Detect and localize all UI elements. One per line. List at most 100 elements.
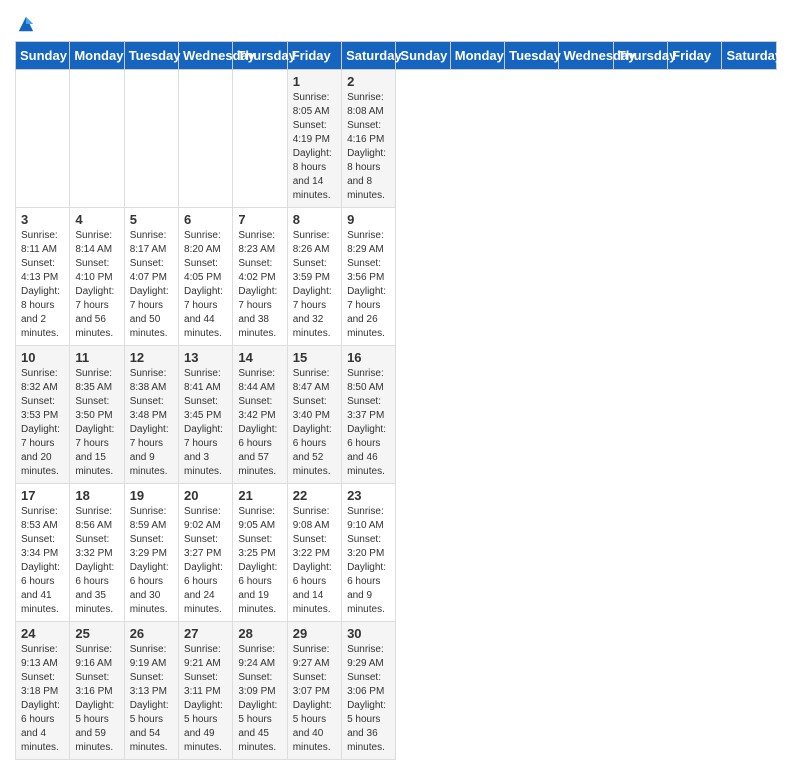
day-info: Sunrise: 8:35 AM Sunset: 3:50 PM Dayligh… bbox=[75, 367, 119, 479]
calendar-cell bbox=[179, 70, 233, 208]
day-info: Sunrise: 8:17 AM Sunset: 4:07 PM Dayligh… bbox=[130, 229, 174, 341]
day-number: 23 bbox=[347, 488, 391, 503]
calendar-cell: 18 Sunrise: 8:56 AM Sunset: 3:32 PM Dayli… bbox=[70, 484, 124, 622]
day-number: 17 bbox=[21, 488, 65, 503]
day-info: Sunrise: 8:41 AM Sunset: 3:45 PM Dayligh… bbox=[184, 367, 228, 479]
day-info: Sunrise: 8:32 AM Sunset: 3:53 PM Dayligh… bbox=[21, 367, 65, 479]
calendar-cell: 29 Sunrise: 9:27 AM Sunset: 3:07 PM Dayli… bbox=[287, 622, 341, 760]
calendar-cell: 11 Sunrise: 8:35 AM Sunset: 3:50 PM Dayli… bbox=[70, 346, 124, 484]
calendar-cell: 14 Sunrise: 8:44 AM Sunset: 3:42 PM Dayli… bbox=[233, 346, 287, 484]
day-info: Sunrise: 9:27 AM Sunset: 3:07 PM Dayligh… bbox=[293, 643, 337, 755]
day-info: Sunrise: 8:26 AM Sunset: 3:59 PM Dayligh… bbox=[293, 229, 337, 341]
day-info: Sunrise: 8:11 AM Sunset: 4:13 PM Dayligh… bbox=[21, 229, 65, 341]
day-number: 4 bbox=[75, 212, 119, 227]
header-day-monday: Monday bbox=[70, 42, 124, 70]
day-number: 21 bbox=[238, 488, 282, 503]
day-info: Sunrise: 9:24 AM Sunset: 3:09 PM Dayligh… bbox=[238, 643, 282, 755]
calendar-week-row: 24 Sunrise: 9:13 AM Sunset: 3:18 PM Dayli… bbox=[16, 622, 777, 760]
day-info: Sunrise: 8:44 AM Sunset: 3:42 PM Dayligh… bbox=[238, 367, 282, 479]
calendar-cell: 7Sunrise: 8:23 AM Sunset: 4:02 PM Daylig… bbox=[233, 208, 287, 346]
day-info: Sunrise: 9:02 AM Sunset: 3:27 PM Dayligh… bbox=[184, 505, 228, 617]
calendar-header-row: SundayMondayTuesdayWednesdayThursdayFrid… bbox=[16, 42, 777, 70]
calendar-cell: 26 Sunrise: 9:19 AM Sunset: 3:13 PM Dayli… bbox=[124, 622, 178, 760]
header-day-thursday: Thursday bbox=[233, 42, 287, 70]
calendar-week-row: 17 Sunrise: 8:53 AM Sunset: 3:34 PM Dayli… bbox=[16, 484, 777, 622]
day-info: Sunrise: 8:14 AM Sunset: 4:10 PM Dayligh… bbox=[75, 229, 119, 341]
day-number: 3 bbox=[21, 212, 65, 227]
day-number: 29 bbox=[293, 626, 337, 641]
header-day: Thursday bbox=[613, 42, 667, 70]
day-number: 18 bbox=[75, 488, 119, 503]
header-day-sunday: Sunday bbox=[16, 42, 70, 70]
day-info: Sunrise: 9:08 AM Sunset: 3:22 PM Dayligh… bbox=[293, 505, 337, 617]
day-info: Sunrise: 8:50 AM Sunset: 3:37 PM Dayligh… bbox=[347, 367, 391, 479]
calendar-cell: 10 Sunrise: 8:32 AM Sunset: 3:53 PM Dayli… bbox=[16, 346, 70, 484]
day-number: 27 bbox=[184, 626, 228, 641]
calendar-cell: 23 Sunrise: 9:10 AM Sunset: 3:20 PM Dayli… bbox=[342, 484, 396, 622]
calendar-cell: 3 Sunrise: 8:11 AM Sunset: 4:13 PM Daylig… bbox=[16, 208, 70, 346]
calendar-cell bbox=[233, 70, 287, 208]
calendar-cell: 21 Sunrise: 9:05 AM Sunset: 3:25 PM Dayli… bbox=[233, 484, 287, 622]
calendar-cell: 13 Sunrise: 8:41 AM Sunset: 3:45 PM Dayli… bbox=[179, 346, 233, 484]
day-info: Sunrise: 8:56 AM Sunset: 3:32 PM Dayligh… bbox=[75, 505, 119, 617]
day-number: 14 bbox=[238, 350, 282, 365]
day-info: Sunrise: 9:19 AM Sunset: 3:13 PM Dayligh… bbox=[130, 643, 174, 755]
day-number: 26 bbox=[130, 626, 174, 641]
day-info: Sunrise: 9:13 AM Sunset: 3:18 PM Dayligh… bbox=[21, 643, 65, 755]
day-number: 13 bbox=[184, 350, 228, 365]
calendar-cell: 27Sunrise: 9:21 AM Sunset: 3:11 PM Dayli… bbox=[179, 622, 233, 760]
calendar-cell: 30Sunrise: 9:29 AM Sunset: 3:06 PM Dayli… bbox=[342, 622, 396, 760]
day-number: 25 bbox=[75, 626, 119, 641]
calendar-cell: 8 Sunrise: 8:26 AM Sunset: 3:59 PM Daylig… bbox=[287, 208, 341, 346]
day-number: 16 bbox=[347, 350, 391, 365]
day-number: 15 bbox=[293, 350, 337, 365]
calendar-table: SundayMondayTuesdayWednesdayThursdayFrid… bbox=[15, 41, 777, 760]
day-info: Sunrise: 9:10 AM Sunset: 3:20 PM Dayligh… bbox=[347, 505, 391, 617]
calendar-cell: 6Sunrise: 8:20 AM Sunset: 4:05 PM Daylig… bbox=[179, 208, 233, 346]
header-day: Friday bbox=[668, 42, 722, 70]
header-day-saturday: Saturday bbox=[342, 42, 396, 70]
day-number: 12 bbox=[130, 350, 174, 365]
calendar-cell: 19 Sunrise: 8:59 AM Sunset: 3:29 PM Dayli… bbox=[124, 484, 178, 622]
header bbox=[15, 10, 777, 33]
calendar-cell: 4 Sunrise: 8:14 AM Sunset: 4:10 PM Daylig… bbox=[70, 208, 124, 346]
day-info: Sunrise: 9:16 AM Sunset: 3:16 PM Dayligh… bbox=[75, 643, 119, 755]
calendar-cell: 24 Sunrise: 9:13 AM Sunset: 3:18 PM Dayli… bbox=[16, 622, 70, 760]
header-day: Sunday bbox=[396, 42, 450, 70]
day-number: 9 bbox=[347, 212, 391, 227]
calendar-cell bbox=[124, 70, 178, 208]
day-number: 1 bbox=[293, 74, 337, 89]
day-info: Sunrise: 8:29 AM Sunset: 3:56 PM Dayligh… bbox=[347, 229, 391, 341]
day-info: Sunrise: 8:53 AM Sunset: 3:34 PM Dayligh… bbox=[21, 505, 65, 617]
day-number: 11 bbox=[75, 350, 119, 365]
day-info: Sunrise: 9:29 AM Sunset: 3:06 PM Dayligh… bbox=[347, 643, 391, 755]
calendar-cell: 17 Sunrise: 8:53 AM Sunset: 3:34 PM Dayli… bbox=[16, 484, 70, 622]
day-number: 5 bbox=[130, 212, 174, 227]
header-day: Tuesday bbox=[505, 42, 559, 70]
day-number: 6 bbox=[184, 212, 228, 227]
calendar-week-row: 1Sunrise: 8:05 AM Sunset: 4:19 PM Daylig… bbox=[16, 70, 777, 208]
day-info: Sunrise: 8:59 AM Sunset: 3:29 PM Dayligh… bbox=[130, 505, 174, 617]
calendar-cell: 15 Sunrise: 8:47 AM Sunset: 3:40 PM Dayli… bbox=[287, 346, 341, 484]
day-info: Sunrise: 9:05 AM Sunset: 3:25 PM Dayligh… bbox=[238, 505, 282, 617]
day-number: 20 bbox=[184, 488, 228, 503]
day-number: 8 bbox=[293, 212, 337, 227]
day-number: 10 bbox=[21, 350, 65, 365]
day-number: 19 bbox=[130, 488, 174, 503]
calendar-cell: 5 Sunrise: 8:17 AM Sunset: 4:07 PM Daylig… bbox=[124, 208, 178, 346]
day-info: Sunrise: 8:47 AM Sunset: 3:40 PM Dayligh… bbox=[293, 367, 337, 479]
day-number: 24 bbox=[21, 626, 65, 641]
calendar-cell: 28Sunrise: 9:24 AM Sunset: 3:09 PM Dayli… bbox=[233, 622, 287, 760]
calendar-cell bbox=[16, 70, 70, 208]
calendar-cell: 16 Sunrise: 8:50 AM Sunset: 3:37 PM Dayli… bbox=[342, 346, 396, 484]
calendar-week-row: 3 Sunrise: 8:11 AM Sunset: 4:13 PM Daylig… bbox=[16, 208, 777, 346]
logo bbox=[15, 15, 35, 33]
logo-icon bbox=[17, 15, 35, 33]
header-day: Wednesday bbox=[559, 42, 613, 70]
day-info: Sunrise: 8:38 AM Sunset: 3:48 PM Dayligh… bbox=[130, 367, 174, 479]
header-day: Monday bbox=[450, 42, 504, 70]
day-info: Sunrise: 8:08 AM Sunset: 4:16 PM Dayligh… bbox=[347, 91, 391, 203]
calendar-cell: 25 Sunrise: 9:16 AM Sunset: 3:16 PM Dayli… bbox=[70, 622, 124, 760]
header-day-friday: Friday bbox=[287, 42, 341, 70]
calendar-cell: 2Sunrise: 8:08 AM Sunset: 4:16 PM Daylig… bbox=[342, 70, 396, 208]
